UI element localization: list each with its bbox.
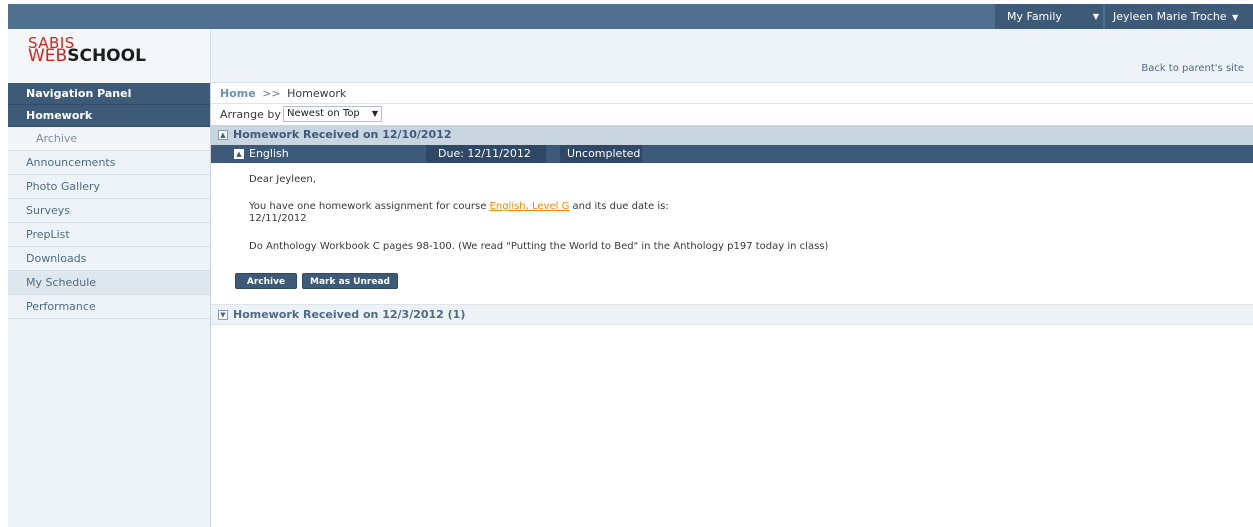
assignment-header-bar: ▲ English Due: 12/11/2012 Uncompleted — [211, 145, 1253, 163]
sidebar-item-announcements[interactable]: Announcements — [8, 151, 210, 175]
back-to-parent-link[interactable]: Back to parent's site — [1141, 63, 1244, 74]
header-bar: Back to parent's site — [211, 29, 1253, 83]
assignment-greeting: Dear Jeyleen, — [249, 174, 316, 185]
collapse-toggle-icon[interactable]: ▲ — [218, 130, 228, 140]
intro-suffix: and its due date is: — [572, 201, 669, 212]
arrange-by-row: Arrange by Newest on Top ▼ — [211, 104, 1253, 125]
homework-group-header[interactable]: ▲ Homework Received on 12/10/2012 — [211, 125, 1253, 145]
intro-prefix: You have one homework assignment for cou… — [249, 201, 487, 212]
homework-group-header[interactable]: ▼ Homework Received on 12/3/2012 (1) — [211, 305, 1253, 325]
course-link[interactable]: English, Level G — [490, 201, 570, 212]
sidebar-item-homework[interactable]: Homework — [8, 105, 210, 127]
sidebar-item-downloads[interactable]: Downloads — [8, 247, 210, 271]
my-family-dropdown[interactable]: My Family ▼ — [995, 4, 1103, 29]
top-bar: My Family ▼ Jeyleen Marie Troche ▼ — [8, 4, 1253, 29]
arrange-by-select[interactable]: Newest on Top ▼ — [283, 106, 382, 122]
my-family-label: My Family — [1007, 10, 1062, 23]
chevron-down-icon: ▼ — [1092, 12, 1099, 21]
sidebar-item-performance[interactable]: Performance — [8, 295, 210, 319]
sidebar-item-archive[interactable]: Archive — [8, 127, 210, 151]
breadcrumb: Home >> Homework — [211, 83, 1253, 104]
user-dropdown[interactable]: Jeyleen Marie Troche ▼ — [1105, 4, 1253, 29]
assignment-status: Uncompleted — [560, 145, 642, 163]
breadcrumb-home-link[interactable]: Home — [220, 87, 256, 100]
assignment-due-date-text: 12/11/2012 — [249, 213, 307, 224]
chevron-down-icon: ▼ — [1232, 13, 1239, 22]
collapse-toggle-icon[interactable]: ▲ — [234, 149, 244, 159]
navigation-panel: Navigation Panel Homework Archive Announ… — [8, 83, 211, 527]
sidebar-item-photo-gallery[interactable]: Photo Gallery — [8, 175, 210, 199]
breadcrumb-separator: >> — [262, 87, 281, 100]
header-logo-area: SABIS WEBSCHOOL — [8, 29, 211, 83]
user-name: Jeyleen Marie Troche — [1113, 10, 1227, 23]
navigation-panel-header: Navigation Panel — [8, 83, 210, 105]
logo-web: WEB — [28, 46, 68, 66]
assignment-course: English — [249, 147, 289, 160]
expand-toggle-icon[interactable]: ▼ — [218, 310, 228, 320]
sabis-webschool-logo[interactable]: SABIS WEBSCHOOL — [28, 36, 146, 66]
assignment-body: Dear Jeyleen, You have one homework assi… — [211, 163, 1253, 305]
homework-group-title: Homework Received on 12/10/2012 — [233, 128, 452, 141]
mark-as-unread-button[interactable]: Mark as Unread — [302, 273, 398, 289]
chevron-down-icon: ▼ — [371, 109, 378, 118]
sidebar-item-my-schedule[interactable]: My Schedule — [8, 271, 210, 295]
assignment-description: Do Anthology Workbook C pages 98-100. (W… — [249, 241, 829, 252]
arrange-by-value: Newest on Top — [287, 108, 360, 119]
archive-button[interactable]: Archive — [235, 273, 297, 289]
arrange-by-label: Arrange by — [220, 108, 281, 121]
sidebar-item-surveys[interactable]: Surveys — [8, 199, 210, 223]
homework-group-title: Homework Received on 12/3/2012 (1) — [233, 308, 466, 321]
breadcrumb-current: Homework — [287, 87, 347, 100]
logo-school: SCHOOL — [67, 46, 146, 66]
main-content: Home >> Homework Arrange by Newest on To… — [211, 83, 1253, 527]
assignment-intro: You have one homework assignment for cou… — [249, 201, 669, 225]
assignment-due-date: Due: 12/11/2012 — [426, 145, 546, 163]
sidebar-item-preplist[interactable]: PrepList — [8, 223, 210, 247]
